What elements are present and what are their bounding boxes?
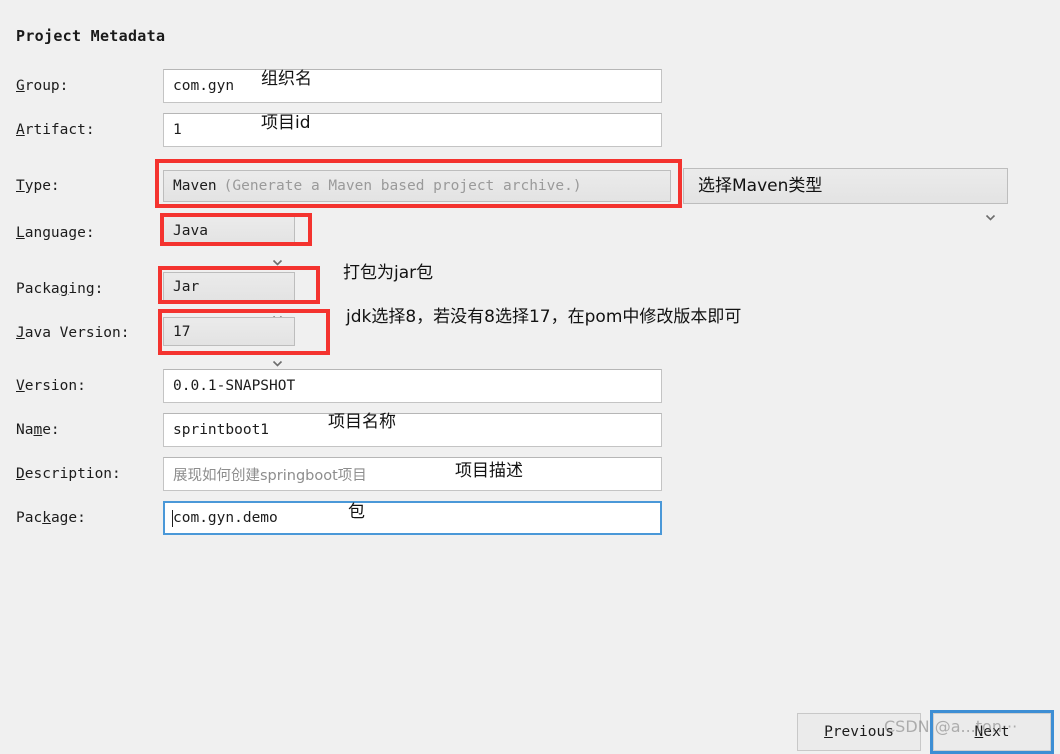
page-title: Project Metadata	[16, 27, 166, 45]
language-label: Language:	[16, 225, 95, 241]
description-input[interactable]: 展现如何创建springboot项目	[163, 457, 662, 491]
package-input-value: com.gyn.demo	[173, 510, 278, 526]
annotation-java-version: jdk选择8，若没有8选择17，在pom中修改版本即可	[346, 307, 742, 327]
form-row-description: Description: 展现如何创建springboot项目	[0, 457, 1060, 491]
package-label: Package:	[16, 510, 86, 526]
description-label-mnemonic: D	[16, 466, 25, 482]
annotation-type: 选择Maven类型	[698, 176, 823, 196]
chevron-down-icon	[271, 224, 283, 266]
chevron-down-icon	[984, 179, 996, 221]
java-version-label: Java Version:	[16, 325, 130, 341]
name-input-value: sprintboot1	[173, 422, 270, 438]
annotation-artifact: 项目id	[261, 113, 311, 133]
form-row-language: Language: Java	[0, 213, 1060, 266]
type-label: Type:	[16, 178, 60, 194]
annotation-name: 项目名称	[328, 412, 396, 432]
artifact-label-mnemonic: A	[16, 122, 25, 138]
java-version-combo[interactable]: 17	[163, 317, 295, 367]
artifact-input-value: 1	[173, 122, 182, 138]
artifact-label: Artifact:	[16, 122, 95, 138]
type-combo-value: Maven	[173, 178, 217, 194]
name-label: Name:	[16, 422, 60, 438]
language-combo[interactable]: Java	[163, 216, 295, 266]
project-metadata-dialog: Project Metadata Group: com.gyn 组织名 Arti…	[0, 0, 1060, 754]
group-input[interactable]: com.gyn	[163, 69, 662, 103]
version-input-value: 0.0.1-SNAPSHOT	[173, 378, 296, 394]
package-input[interactable]: com.gyn.demo	[163, 501, 662, 535]
type-combo[interactable]: Maven (Generate a Maven based project ar…	[163, 170, 671, 202]
annotation-group: 组织名	[261, 69, 312, 89]
next-button-mnemonic: N	[974, 724, 984, 740]
version-label-mnemonic: V	[16, 378, 25, 394]
form-row-name: Name: sprintboot1	[0, 413, 1060, 447]
artifact-input[interactable]: 1	[163, 113, 662, 147]
form-row-packaging: Packaging: Jar	[0, 269, 1060, 322]
group-label: Group:	[16, 78, 69, 94]
form-row-package: Package: com.gyn.demo	[0, 501, 1060, 535]
name-input[interactable]: sprintboot1	[163, 413, 662, 447]
next-button-focus-ring: Next	[930, 710, 1054, 754]
annotation-packaging: 打包为jar包	[343, 263, 434, 283]
group-label-mnemonic: G	[16, 78, 25, 94]
form-row-type: Type: Maven (Generate a Maven based proj…	[0, 166, 1060, 221]
form-row-artifact: Artifact: 1	[0, 113, 1060, 147]
packaging-combo-value: Jar	[173, 278, 200, 295]
type-label-mnemonic: T	[16, 178, 25, 194]
chevron-down-icon	[271, 280, 283, 322]
version-label: Version:	[16, 378, 86, 394]
description-input-value: 展现如何创建springboot项目	[173, 467, 367, 484]
package-label-mnemonic: k	[42, 510, 51, 526]
previous-button-mnemonic: P	[824, 724, 833, 740]
name-label-mnemonic: m	[33, 422, 43, 438]
chevron-down-icon	[271, 325, 283, 367]
java-version-label-mnemonic: J	[16, 325, 25, 341]
annotation-description: 项目描述	[455, 461, 523, 481]
language-combo-value: Java	[173, 222, 208, 239]
description-label: Description:	[16, 466, 121, 482]
packaging-label: Packaging:	[16, 281, 104, 297]
previous-button[interactable]: Previous	[797, 713, 921, 751]
language-label-mnemonic: L	[16, 225, 25, 241]
annotation-package: 包	[348, 502, 365, 522]
java-version-combo-value: 17	[173, 323, 191, 340]
form-row-version: Version: 0.0.1-SNAPSHOT	[0, 369, 1060, 403]
type-combo-hint: (Generate a Maven based project archive.…	[223, 178, 582, 194]
packaging-combo[interactable]: Jar	[163, 272, 295, 322]
form-row-group: Group: com.gyn	[0, 69, 1060, 103]
next-button[interactable]: Next	[933, 713, 1051, 751]
version-input[interactable]: 0.0.1-SNAPSHOT	[163, 369, 662, 403]
group-input-value: com.gyn	[173, 78, 235, 94]
